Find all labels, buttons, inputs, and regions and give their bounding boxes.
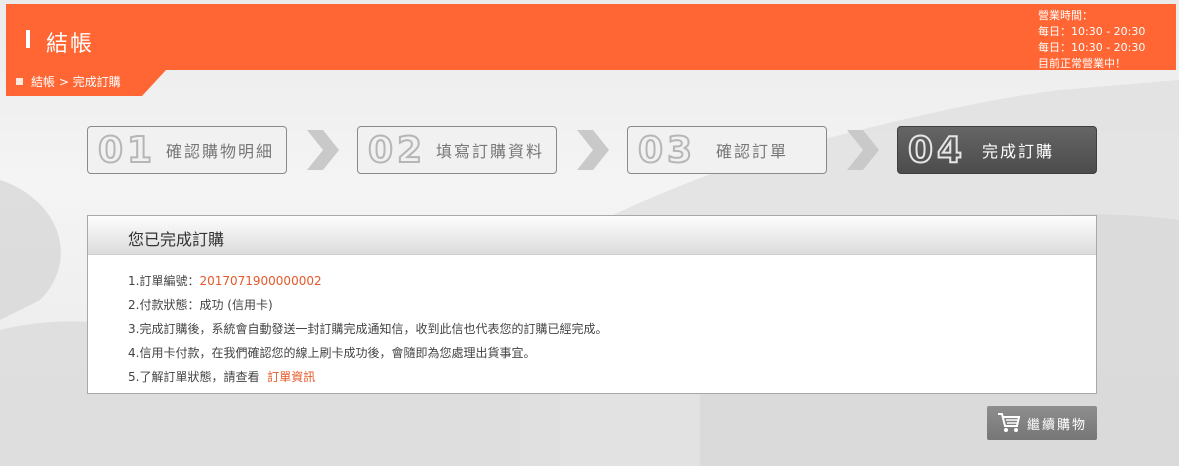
chevron-right-icon xyxy=(847,130,879,170)
step-number: 04 xyxy=(907,129,967,172)
step-label: 確認購物明細 xyxy=(166,142,275,161)
page-header: 結帳 營業時間： 每日：10:30 - 20:30 每日：10:30 - 20:… xyxy=(6,4,1176,70)
square-icon xyxy=(16,78,23,85)
step-number: 03 xyxy=(637,129,697,172)
notice-line-4: 4.信用卡付款，在我們確認您的線上刷卡成功後，會隨即為您處理出貨事宜。 xyxy=(128,346,536,360)
step-4-active: 04 完成訂購 xyxy=(897,126,1097,174)
shopping-cart-icon xyxy=(998,413,1021,432)
step-number: 02 xyxy=(367,129,427,172)
continue-shopping-button[interactable]: 繼續購物 xyxy=(987,406,1097,440)
order-number-value: 2017071900000002 xyxy=(199,274,322,288)
step-3: 03 確認訂單 xyxy=(627,126,827,174)
step-label: 確認訂單 xyxy=(716,142,789,161)
open-status: 目前正常營業中！ xyxy=(1038,57,1126,70)
step-number: 01 xyxy=(97,129,157,172)
notice-line-3: 3.完成訂購後，系統會自動發送一封訂購完成通知信，收到此信也代表您的訂購已經完成… xyxy=(128,322,608,336)
step-1: 01 確認購物明細 xyxy=(87,126,287,174)
continue-shopping-label[interactable]: 繼續購物 xyxy=(1027,414,1087,433)
step-2: 02 填寫訂購資料 xyxy=(357,126,557,174)
order-number-label: 1.訂單編號： xyxy=(128,274,200,288)
panel-title: 您已完成訂購 xyxy=(128,230,225,249)
title-marker xyxy=(26,30,30,48)
hours-label: 營業時間： xyxy=(1038,9,1093,22)
payment-status: 2.付款狀態：成功 (信用卡) xyxy=(128,298,273,312)
breadcrumb-text[interactable]: 結帳 > 完成訂購 xyxy=(31,73,121,90)
hours-line-2: 每日：10:30 - 20:30 xyxy=(1038,41,1146,54)
step-label: 填寫訂購資料 xyxy=(436,142,545,161)
hours-line-1: 每日：10:30 - 20:30 xyxy=(1038,25,1146,38)
panel-header: 您已完成訂購 xyxy=(88,216,1096,255)
page-title: 結帳 xyxy=(46,32,95,57)
breadcrumb[interactable]: 結帳 > 完成訂購 xyxy=(16,73,121,90)
order-complete-panel: 您已完成訂購 1.訂單編號：2017071900000002 2.付款狀態：成功… xyxy=(87,215,1097,394)
breadcrumb-tab: 結帳 > 完成訂購 xyxy=(6,70,166,96)
order-number-row: 1.訂單編號：2017071900000002 xyxy=(128,269,1096,293)
step-label: 完成訂購 xyxy=(982,142,1055,161)
panel-body: 1.訂單編號：2017071900000002 2.付款狀態：成功 (信用卡) … xyxy=(88,255,1096,389)
notice-line-5: 5.了解訂單狀態，請查看 訂單資訊 xyxy=(128,365,1096,389)
business-hours: 營業時間： 每日：10:30 - 20:30 每日：10:30 - 20:30 … xyxy=(1038,8,1145,72)
chevron-right-icon xyxy=(307,130,339,170)
order-info-link[interactable]: 訂單資訊 xyxy=(267,370,315,384)
order-status-text: 5.了解訂單狀態，請查看 xyxy=(128,370,260,384)
chevron-right-icon xyxy=(577,130,609,170)
